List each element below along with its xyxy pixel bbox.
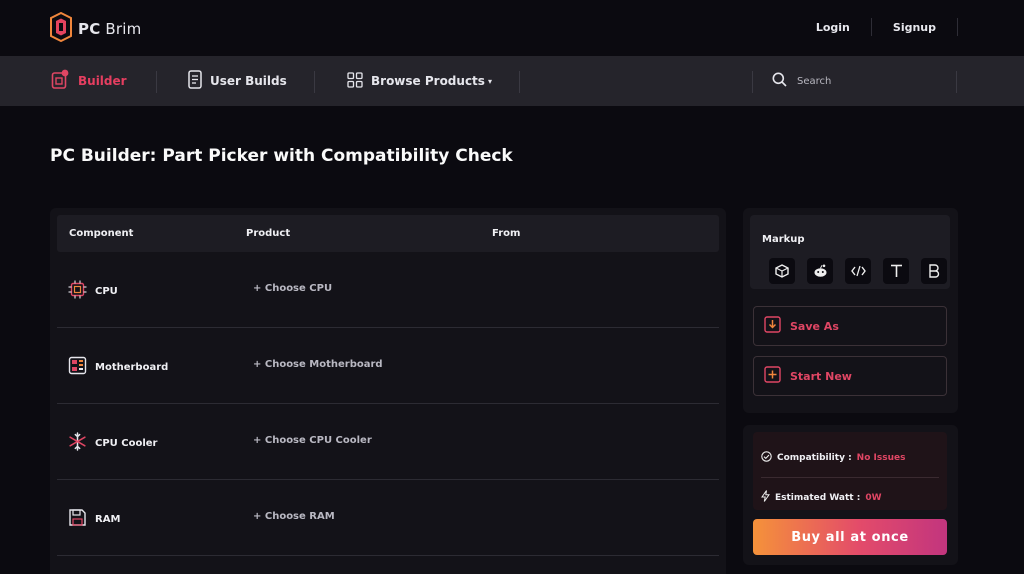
nav-label-browse-products: Browse Products — [371, 74, 485, 88]
search-icon[interactable] — [772, 72, 787, 91]
component-name: Motherboard — [95, 361, 169, 373]
grid-icon — [347, 71, 363, 91]
table-header: Component Product From — [57, 215, 719, 252]
choose-motherboard-link[interactable]: + Choose Motherboard — [253, 359, 383, 370]
table-row: Motherboard + Choose Motherboard — [57, 328, 719, 404]
motherboard-icon — [68, 356, 87, 378]
start-new-label: Start New — [790, 369, 852, 383]
download-icon — [764, 316, 781, 336]
memory-icon — [68, 508, 87, 530]
builder-icon — [51, 69, 70, 93]
column-header-from: From — [492, 228, 521, 239]
divider — [752, 71, 753, 93]
bold-icon[interactable] — [921, 258, 947, 284]
bolt-icon — [761, 490, 770, 505]
component-cell: CPU — [68, 280, 118, 302]
caret-down-icon: ▾ — [487, 76, 492, 86]
brand-name: PC Brim — [78, 20, 142, 38]
compatibility-status: Compatibility : No Issues — [761, 451, 905, 465]
markup-buttons — [769, 258, 947, 284]
component-name: CPU Cooler — [95, 437, 158, 449]
table-row: CPU Cooler + Choose CPU Cooler — [57, 404, 719, 480]
login-link[interactable]: Login — [795, 21, 871, 34]
logo-icon — [50, 11, 72, 46]
auth-links: Login Signup — [795, 18, 958, 36]
compatibility-box: Compatibility : No Issues Estimated Watt… — [753, 432, 947, 510]
table-row: RAM + Choose RAM — [57, 480, 719, 556]
save-as-button[interactable]: Save As — [753, 306, 947, 346]
top-bar: PC Brim Login Signup — [0, 0, 1024, 56]
column-header-component: Component — [69, 228, 134, 239]
parts-table: Component Product From CPU + Choose CPU … — [50, 208, 726, 574]
divider — [956, 71, 957, 93]
search-bar — [772, 56, 947, 106]
save-as-label: Save As — [790, 319, 839, 333]
choose-cpu-cooler-link[interactable]: + Choose CPU Cooler — [253, 435, 372, 446]
box-icon[interactable] — [769, 258, 795, 284]
build-actions-panel: Markup Save As Start New — [743, 208, 958, 413]
code-icon[interactable] — [845, 258, 871, 284]
nav-label-builder: Builder — [78, 74, 127, 88]
divider — [314, 71, 315, 93]
choose-cpu-link[interactable]: + Choose CPU — [253, 283, 332, 294]
nav-bar: Builder User Builds Browse Products ▾ — [0, 56, 1024, 106]
divider — [519, 71, 520, 93]
search-input[interactable] — [797, 75, 947, 87]
component-cell: RAM — [68, 508, 120, 530]
plus-icon — [764, 366, 781, 386]
compatibility-value: No Issues — [856, 453, 906, 463]
snowflake-icon — [68, 432, 87, 454]
reddit-icon[interactable] — [807, 258, 833, 284]
divider — [957, 18, 958, 36]
text-icon[interactable] — [883, 258, 909, 284]
nav-item-user-builds[interactable]: User Builds — [188, 56, 287, 106]
column-header-product: Product — [246, 228, 291, 239]
watt-value: 0W — [865, 492, 882, 503]
divider — [156, 71, 157, 93]
page-title: PC Builder: Part Picker with Compatibili… — [50, 146, 513, 166]
watt-label: Estimated Watt : — [775, 492, 861, 503]
start-new-button[interactable]: Start New — [753, 356, 947, 396]
divider — [761, 477, 939, 478]
component-name: RAM — [95, 513, 121, 525]
build-summary-panel: Compatibility : No Issues Estimated Watt… — [743, 425, 958, 565]
estimated-watt: Estimated Watt : 0W — [761, 490, 882, 505]
nav-label-user-builds: User Builds — [210, 74, 287, 88]
component-name: CPU — [95, 285, 118, 297]
document-icon — [188, 70, 202, 92]
markup-section: Markup — [750, 215, 950, 289]
compatibility-label: Compatibility : — [777, 453, 852, 463]
nav-item-builder[interactable]: Builder — [51, 56, 127, 106]
table-row: CPU + Choose CPU — [57, 252, 719, 328]
markup-label: Markup — [762, 234, 805, 245]
cpu-icon — [68, 280, 87, 302]
logo[interactable]: PC Brim — [50, 11, 142, 46]
nav-item-browse-products[interactable]: Browse Products ▾ — [347, 56, 492, 106]
component-cell: CPU Cooler — [68, 432, 158, 454]
component-cell: Motherboard — [68, 356, 168, 378]
choose-ram-link[interactable]: + Choose RAM — [253, 511, 335, 522]
signup-link[interactable]: Signup — [872, 21, 957, 34]
check-circle-icon — [761, 451, 772, 465]
buy-all-button[interactable]: Buy all at once — [753, 519, 947, 555]
